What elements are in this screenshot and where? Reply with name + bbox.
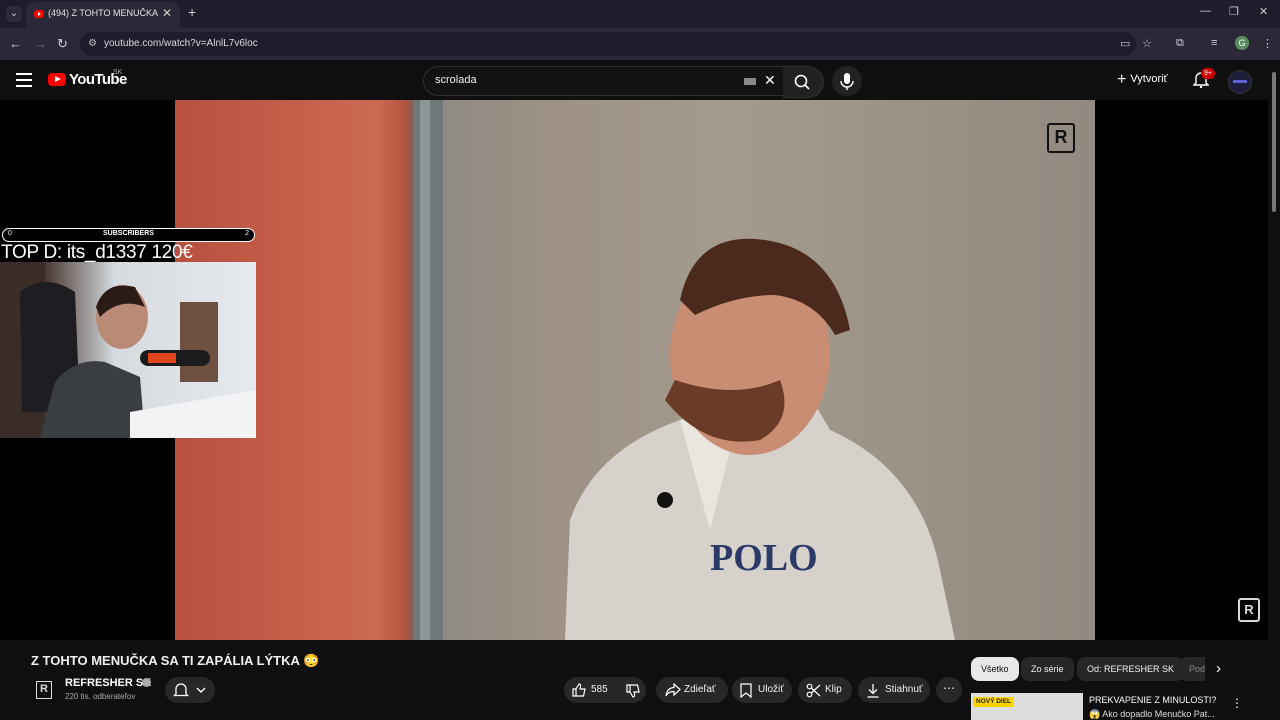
search-input[interactable]: scrolada ✕ — [423, 66, 785, 96]
streamer-webcam — [0, 262, 256, 438]
title-emoji: 😳 — [303, 653, 320, 668]
video-frame[interactable]: POLO R — [175, 100, 1095, 640]
browser-tab-strip: ⌄ (494) Z TOHTO MENUČKA SA TI ZAPÁLIA LÝ… — [0, 0, 1280, 28]
download-icon — [867, 684, 879, 698]
youtube-header: YouTube SK scrolada ✕ + Vytvoriť 9+ — [0, 60, 1280, 100]
reading-list-icon[interactable]: ≡ — [1211, 37, 1217, 49]
forward-icon[interactable]: → — [34, 36, 47, 51]
like-count[interactable]: 585 — [591, 684, 608, 695]
create-button[interactable]: + Vytvoriť — [1117, 71, 1168, 89]
url-text: youtube.com/watch?v=AlnlL7v6loc — [104, 38, 258, 49]
minimize-icon[interactable]: — — [1200, 5, 1211, 17]
clear-search-icon[interactable]: ✕ — [764, 72, 776, 89]
channel-name[interactable]: REFRESHER SK — [65, 677, 151, 689]
scissors-icon — [806, 683, 821, 698]
more-actions-button[interactable]: ⋯ — [936, 677, 962, 703]
clip-button[interactable]: Klip — [798, 677, 852, 703]
like-dislike-group: 585 — [564, 677, 646, 703]
cast-icon[interactable]: ▭ — [1120, 37, 1130, 50]
video-title: Z TOHTO MENUČKA SA TI ZAPÁLIA LÝTKA 😳 — [31, 653, 319, 669]
download-label: Stiahnuť — [885, 684, 923, 695]
new-episode-badge: NOVÝ DIEL — [973, 697, 1015, 707]
save-button[interactable]: Uložiť — [732, 677, 792, 703]
svg-text:POLO: POLO — [710, 537, 818, 579]
recommended-title[interactable]: PREKVAPENIE Z MINULOSTI? — [1089, 695, 1216, 705]
recommended-thumbnail[interactable]: NOVÝ DIEL — [971, 693, 1083, 720]
scrollbar-thumb[interactable] — [1272, 72, 1276, 212]
subscription-bell-button[interactable] — [165, 677, 215, 703]
notification-count-badge: 9+ — [1201, 68, 1215, 79]
reload-icon[interactable]: ↻ — [57, 36, 68, 52]
video-scene: POLO — [413, 100, 955, 640]
browser-menu-icon[interactable]: ⋮ — [1262, 37, 1273, 50]
channel-avatar[interactable] — [31, 677, 57, 703]
more-horizontal-icon: ⋯ — [943, 681, 955, 695]
tab-title: (494) Z TOHTO MENUČKA SA TI ZAPÁLIA LÝTK… — [48, 8, 160, 18]
page-scrollbar[interactable] — [1270, 62, 1278, 720]
user-avatar[interactable] — [1228, 70, 1252, 94]
top-donor-text: TOP D: its_d1337 120€ — [1, 242, 193, 263]
share-label: Zdieľať — [684, 684, 716, 695]
extensions-icon[interactable]: ⧉ — [1176, 37, 1184, 50]
save-label: Uložiť — [758, 684, 784, 695]
browser-tab[interactable]: (494) Z TOHTO MENUČKA SA TI ZAPÁLIA LÝTK… — [26, 2, 180, 28]
plus-icon: + — [1117, 71, 1127, 88]
keyboard-icon[interactable] — [744, 78, 756, 85]
browser-profile-avatar[interactable]: G — [1235, 36, 1249, 50]
goal-start: 0 — [8, 230, 12, 237]
subscriber-goal-bar: 0 SUBSCRIBERS 2 — [2, 228, 255, 242]
channel-watermark-icon[interactable]: R — [1238, 598, 1260, 622]
goal-target: 2 — [245, 230, 249, 237]
clip-label: Klip — [825, 684, 842, 695]
webcam-scene — [0, 262, 256, 438]
address-toolbar: ← → ↻ ⚙ youtube.com/watch?v=AlnlL7v6loc … — [0, 28, 1280, 60]
search-icon — [794, 74, 810, 90]
chip-related[interactable]: Podobné — [1179, 657, 1205, 681]
close-window-icon[interactable]: ✕ — [1259, 5, 1268, 18]
close-tab-icon[interactable]: ✕ — [162, 6, 172, 20]
chip-from-series[interactable]: Zo série — [1021, 657, 1074, 681]
refresher-watermark-icon: R — [1047, 123, 1075, 153]
video-player[interactable]: POLO R R 0 SUBSCRIBERS 2 TOP D: its_d133… — [0, 100, 1268, 640]
site-info-icon[interactable]: ⚙ — [88, 38, 97, 49]
url-bar[interactable]: ⚙ youtube.com/watch?v=AlnlL7v6loc — [80, 32, 1136, 56]
save-icon — [740, 683, 752, 698]
maximize-icon[interactable]: ❐ — [1229, 5, 1239, 18]
microphone-icon — [840, 73, 854, 90]
chip-from-channel[interactable]: Od: REFRESHER SK — [1077, 657, 1185, 681]
youtube-favicon-icon — [34, 10, 44, 18]
tab-search-dropdown-icon[interactable]: ⌄ — [6, 6, 22, 22]
search-value: scrolada — [435, 74, 477, 86]
back-icon[interactable]: ← — [9, 36, 22, 51]
bookmark-star-icon[interactable]: ☆ — [1142, 37, 1152, 50]
country-code: SK — [113, 69, 123, 76]
subscriber-count: 220 tis. odberateľov — [65, 692, 136, 701]
bell-chevron-icon — [172, 683, 206, 697]
video-info-area: Z TOHTO MENUČKA SA TI ZAPÁLIA LÝTKA 😳 RE… — [0, 640, 1268, 720]
menu-icon[interactable] — [16, 73, 32, 91]
chip-all[interactable]: Všetko — [971, 657, 1019, 681]
chips-next-chevron-icon[interactable]: › — [1216, 660, 1221, 677]
share-button[interactable]: Zdieľať — [656, 677, 728, 703]
verified-badge-icon — [142, 678, 151, 687]
share-icon — [665, 683, 681, 697]
download-button[interactable]: Stiahnuť — [858, 677, 930, 703]
chip-overflow-clip: Podobné — [1179, 657, 1205, 681]
create-label: Vytvoriť — [1130, 73, 1168, 85]
dislike-icon[interactable] — [625, 683, 641, 699]
goal-label: SUBSCRIBERS — [103, 230, 154, 237]
voice-search-button[interactable] — [832, 66, 862, 96]
youtube-logo-icon[interactable] — [48, 73, 66, 86]
video-title-text: Z TOHTO MENUČKA SA TI ZAPÁLIA LÝTKA — [31, 653, 300, 668]
recommended-subtitle[interactable]: 😱 Ako dopadlo Menučko Pat... — [1089, 709, 1215, 720]
search-button[interactable] — [783, 66, 824, 98]
new-tab-icon[interactable]: + — [188, 4, 196, 20]
like-icon[interactable] — [571, 682, 587, 698]
recommended-more-icon[interactable]: ⋮ — [1231, 696, 1243, 710]
